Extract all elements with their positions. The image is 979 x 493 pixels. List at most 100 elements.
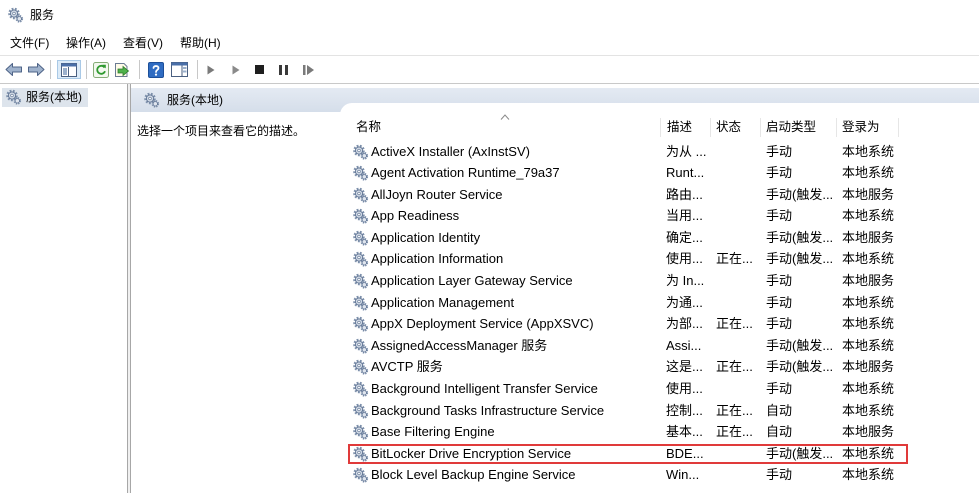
- service-gear-icon: [353, 424, 369, 441]
- service-name: Background Intelligent Transfer Service: [371, 381, 598, 397]
- service-row[interactable]: AppX Deployment Service (AppXSVC) 为部... 正在…: [340, 313, 979, 335]
- service-gear-icon: [353, 187, 369, 203]
- sort-ascending-icon: [500, 114, 510, 120]
- service-description-cell: 使用...: [666, 251, 703, 267]
- column-resize-handle[interactable]: [836, 118, 837, 137]
- service-logon-as: 本地系统: [842, 381, 895, 397]
- pause-service-icon: [278, 64, 288, 75]
- action-pane-button[interactable]: [169, 60, 190, 79]
- service-description-cell: 为通...: [666, 294, 703, 310]
- back-button[interactable]: [4, 60, 24, 79]
- service-row[interactable]: Background Intelligent Transfer Service 使…: [340, 378, 979, 400]
- service-startup-type: 手动(触发...: [766, 186, 834, 202]
- service-name: ActiveX Installer (AxInstSV): [371, 143, 530, 159]
- service-startup-type: 手动: [766, 273, 793, 289]
- column-resize-handle[interactable]: [710, 118, 711, 137]
- menu-action[interactable]: 操作(A): [66, 33, 106, 54]
- service-startup-type: 手动(触发...: [766, 229, 834, 245]
- service-description-cell: 为部...: [666, 316, 703, 332]
- service-name: App Readiness: [371, 208, 460, 224]
- column-resize-handle[interactable]: [898, 118, 899, 137]
- toolbar-separator: [139, 60, 140, 79]
- service-description-cell: 这是...: [666, 359, 703, 375]
- service-row[interactable]: AssignedAccessManager 服务 Assi... 手动(触发... 本…: [340, 335, 979, 357]
- service-rows: ActiveX Installer (AxInstSV) 为从 ... 手动 本地系统…: [340, 141, 979, 487]
- menu-file[interactable]: 文件(F): [10, 33, 49, 54]
- service-description: 选择一个项目来查看它的描述。: [137, 124, 306, 138]
- service-logon-as: 本地系统: [842, 165, 895, 181]
- service-row[interactable]: AllJoyn Router Service 路由... 手动(触发... 本地服务: [340, 184, 979, 206]
- panel-title: 服务(本地): [167, 93, 223, 107]
- service-gear-icon: [353, 230, 369, 246]
- service-startup-type: 手动: [766, 316, 793, 332]
- column-header-logon-as[interactable]: 登录为: [842, 116, 880, 139]
- restart-service-button[interactable]: [300, 60, 316, 79]
- column-resize-handle[interactable]: [760, 118, 761, 137]
- column-header-startup-type[interactable]: 启动类型: [766, 116, 816, 139]
- services-gear-icon: [8, 7, 24, 23]
- service-logon-as: 本地系统: [842, 143, 895, 159]
- start-service-button[interactable]: [203, 60, 219, 79]
- service-startup-type: 手动(触发...: [766, 359, 834, 375]
- resume-service-button[interactable]: [228, 60, 244, 79]
- console-tree-button[interactable]: [57, 60, 81, 79]
- service-description-cell: 当用...: [666, 208, 703, 224]
- service-startup-type: 手动: [766, 143, 793, 159]
- service-row[interactable]: Agent Activation Runtime_79a37 Runt... 手动 本…: [340, 162, 979, 184]
- service-name: AVCTP 服务: [371, 359, 443, 375]
- service-logon-as: 本地服务: [842, 229, 895, 245]
- service-row[interactable]: Background Tasks Infrastructure Service 控…: [340, 400, 979, 422]
- service-logon-as: 本地系统: [842, 402, 895, 418]
- service-gear-icon: [353, 338, 369, 354]
- service-row[interactable]: Application Information 使用... 正在... 手动(触发..…: [340, 248, 979, 270]
- menu-bar: 文件(F) 操作(A) 查看(V) 帮助(H): [0, 33, 979, 54]
- column-resize-handle[interactable]: [660, 118, 661, 137]
- service-name: Application Layer Gateway Service: [371, 273, 573, 289]
- service-row[interactable]: Application Management 为通... 手动 本地系统: [340, 292, 979, 314]
- refresh-button[interactable]: [91, 60, 110, 79]
- toolbar-separator: [197, 60, 198, 79]
- service-description-cell: 为从 ...: [666, 143, 707, 159]
- service-gear-icon: [353, 360, 369, 376]
- service-description-cell: 使用...: [666, 381, 703, 397]
- window-title: 服务: [30, 8, 55, 22]
- forward-button[interactable]: [26, 60, 46, 79]
- service-name: Application Management: [371, 294, 515, 310]
- service-logon-as: 本地系统: [842, 316, 895, 332]
- service-logon-as: 本地服务: [842, 273, 895, 289]
- service-logon-as: 本地服务: [842, 424, 895, 440]
- service-row[interactable]: Block Level Backup Engine Service Win... 手…: [340, 464, 979, 486]
- tree-item-services-local[interactable]: 服务(本地): [2, 88, 88, 107]
- column-header-description[interactable]: 描述: [667, 116, 692, 139]
- service-logon-as: 本地系统: [842, 251, 895, 267]
- service-name: Application Information: [371, 251, 504, 267]
- service-row[interactable]: BitLocker Drive Encryption Service BDE...…: [340, 443, 979, 465]
- service-startup-type: 自动: [766, 424, 793, 440]
- service-row[interactable]: Application Layer Gateway Service 为 In...…: [340, 270, 979, 292]
- service-row[interactable]: AVCTP 服务 这是... 正在... 手动(触发... 本地服务: [340, 356, 979, 378]
- service-description-cell: Runt...: [666, 165, 705, 181]
- service-status: 正在...: [716, 251, 753, 267]
- service-row[interactable]: ActiveX Installer (AxInstSV) 为从 ... 手动 本地系统: [340, 141, 979, 163]
- column-header-name[interactable]: 名称: [356, 116, 381, 139]
- services-list[interactable]: 名称 描述 状态 启动类型 登录为 ActiveX Installer (AxI…: [340, 103, 979, 493]
- service-description-cell: Assi...: [666, 337, 702, 353]
- help-button[interactable]: [146, 60, 165, 79]
- services-panel: 服务(本地) 选择一个项目来查看它的描述。 名称 描述 状态 启动类型 登录为 …: [131, 84, 979, 493]
- service-gear-icon: [353, 273, 369, 289]
- pause-service-button[interactable]: [275, 60, 291, 79]
- service-row[interactable]: App Readiness 当用... 手动 本地系统: [340, 205, 979, 227]
- menu-help[interactable]: 帮助(H): [180, 33, 221, 54]
- stop-service-button[interactable]: [251, 60, 267, 79]
- export-list-button[interactable]: [112, 60, 132, 79]
- service-description-cell: 为 In...: [666, 273, 705, 289]
- menu-view[interactable]: 查看(V): [123, 33, 163, 54]
- column-header-status[interactable]: 状态: [716, 116, 741, 139]
- service-name: Application Identity: [371, 229, 481, 245]
- tree-item-label: 服务(本地): [26, 90, 82, 104]
- service-row[interactable]: Base Filtering Engine 基本... 正在... 自动 本地服务: [340, 421, 979, 443]
- service-row[interactable]: Application Identity 确定... 手动(触发... 本地服务: [340, 227, 979, 249]
- services-gear-icon: [144, 92, 160, 108]
- refresh-icon: [92, 61, 109, 78]
- service-gear-icon: [353, 316, 369, 333]
